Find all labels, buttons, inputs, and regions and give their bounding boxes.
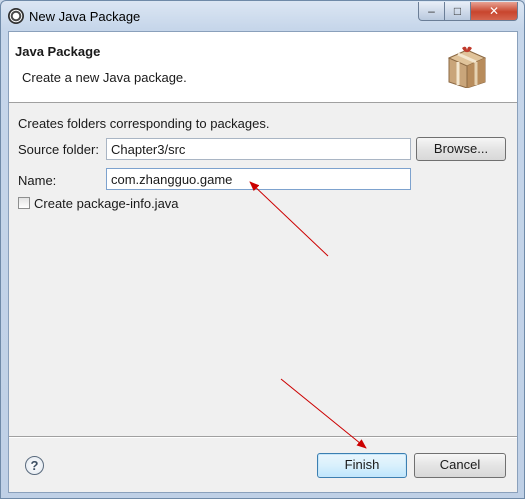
window-title: New Java Package <box>29 9 141 24</box>
package-info-label[interactable]: Create package-info.java <box>34 196 179 211</box>
title-bar[interactable]: New Java Package – □ ✕ <box>1 1 524 31</box>
footer-separator <box>9 436 517 438</box>
source-folder-field[interactable]: Chapter3/src <box>106 138 411 160</box>
page-description: Creates folders corresponding to package… <box>18 116 270 131</box>
name-label: Name: <box>18 173 57 188</box>
maximize-button[interactable]: □ <box>444 2 471 21</box>
minimize-button[interactable]: – <box>418 2 445 21</box>
help-icon[interactable]: ? <box>25 456 44 475</box>
finish-button[interactable]: Finish <box>317 453 407 478</box>
close-button[interactable]: ✕ <box>470 2 518 21</box>
package-info-checkbox[interactable] <box>18 197 30 209</box>
cancel-button[interactable]: Cancel <box>414 453 506 478</box>
banner-title: Java Package <box>15 44 101 59</box>
dialog-client-area: Java Package Create a new Java package. … <box>8 31 518 493</box>
browse-button[interactable]: Browse... <box>416 137 506 161</box>
eclipse-icon <box>8 8 24 24</box>
banner-description: Create a new Java package. <box>22 70 187 85</box>
source-folder-label: Source folder: <box>18 142 99 157</box>
package-icon <box>447 46 487 88</box>
package-name-field[interactable]: com.zhangguo.game <box>106 168 411 190</box>
dialog-window: New Java Package – □ ✕ Java Package Crea… <box>0 0 525 499</box>
wizard-content: Creates folders corresponding to package… <box>9 103 517 433</box>
wizard-banner: Java Package Create a new Java package. <box>9 32 517 103</box>
